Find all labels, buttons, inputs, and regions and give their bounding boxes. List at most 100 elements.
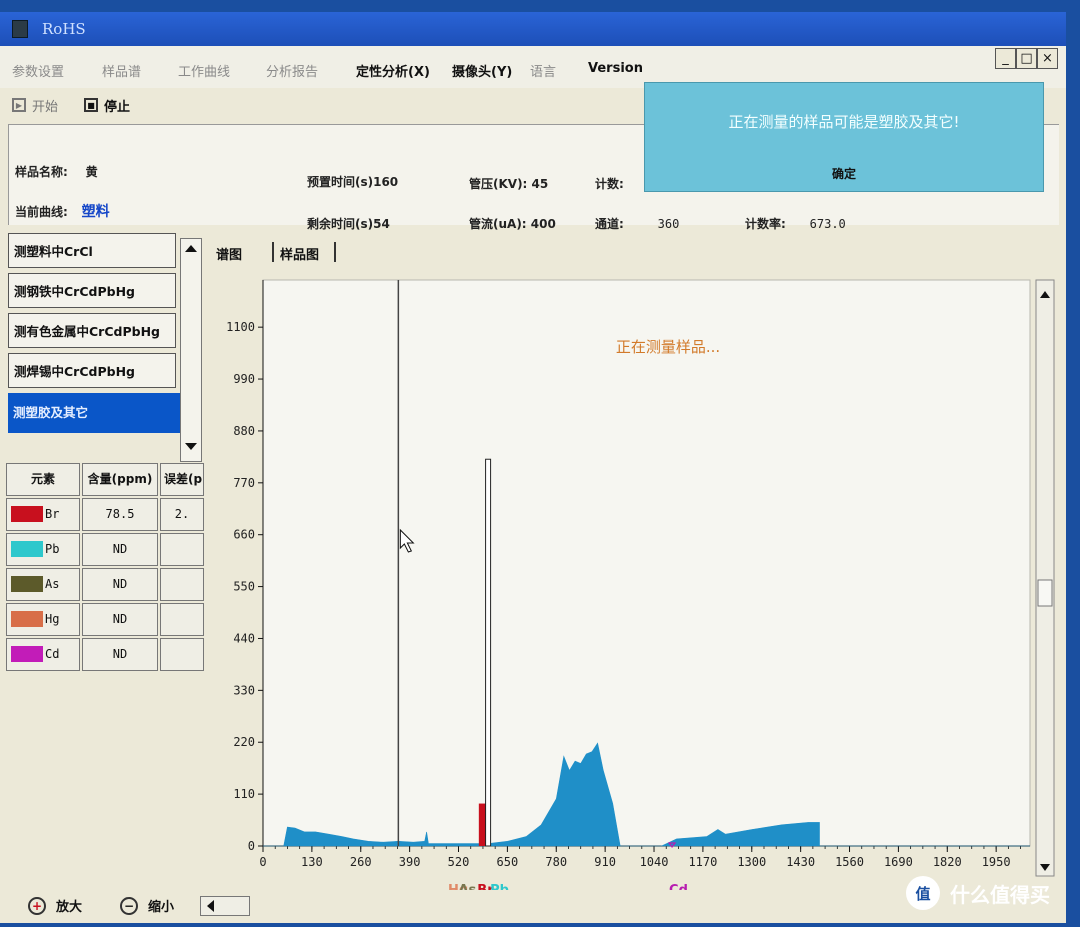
curve-item-solder[interactable]: 测焊锡中CrCdPbHg <box>8 353 176 388</box>
x-tick-label: 1300 <box>737 855 766 869</box>
zoom-in-icon: + <box>28 896 46 915</box>
x-tick-label: 780 <box>545 855 567 869</box>
table-cell-error <box>160 533 204 566</box>
tube-current: 管流(uA): 400 <box>469 217 556 231</box>
count-label: 计数: <box>595 177 624 191</box>
spectrum-chart-area: 0 110 220 330 440 550 660 770 880 990 1100 0 130 260 3… <box>208 262 1058 922</box>
start-label: 开始 <box>32 99 59 115</box>
table-cell-element: Cd <box>6 638 80 671</box>
preset-time: 预置时间(s)160 <box>307 175 399 189</box>
sample-name: 样品名称: 黄 <box>15 165 98 179</box>
x-tick-label: 130 <box>301 855 323 869</box>
close-button[interactable]: × <box>1037 48 1058 69</box>
tab-divider <box>272 242 274 262</box>
y-tick-label: 990 <box>233 372 255 386</box>
menu-item-qualitative[interactable]: 定性分析(X) <box>356 61 430 80</box>
remaining-time: 剩余时间(s)54 <box>307 217 390 231</box>
tab-spectrum[interactable]: 谱图 <box>216 244 242 263</box>
table-cell-error: 2. <box>160 498 204 531</box>
curve-item-nonferrous[interactable]: 测有色金属中CrCdPbHg <box>8 313 176 348</box>
main-peak-line <box>485 458 492 847</box>
x-tick-label: 1560 <box>835 855 864 869</box>
menu-item-camera[interactable]: 摄像头(Y) <box>452 61 512 80</box>
title-bar[interactable]: RoHS <box>0 12 1066 46</box>
x-tick-label: 1040 <box>640 855 669 869</box>
start-button[interactable]: ▶ 开始 <box>12 94 58 116</box>
watermark-text: 什么值得买 <box>950 882 1050 907</box>
tube-voltage: 管压(KV): 45 <box>469 177 549 191</box>
y-tick-label: 330 <box>233 683 255 697</box>
zoom-out-label: 缩小 <box>148 900 175 915</box>
y-tick-label: 1100 <box>226 320 255 334</box>
color-swatch <box>11 576 43 592</box>
menu-item-sample-spectrum[interactable]: 样品谱 <box>102 61 141 80</box>
x-tick-label: 1820 <box>933 855 962 869</box>
table-cell-error <box>160 603 204 636</box>
menu-item-version[interactable]: Version <box>588 61 643 76</box>
horizontal-scroll-left[interactable] <box>200 896 250 916</box>
table-cell-error <box>160 568 204 601</box>
menu-item-work-curve[interactable]: 工作曲线 <box>178 61 230 80</box>
list-scrollbar[interactable] <box>180 238 202 462</box>
count-rate: 计数率: 673.0 <box>745 217 846 231</box>
chart-scrollbar[interactable] <box>1035 279 1055 877</box>
window-title: RoHS <box>42 20 86 38</box>
zoom-out-icon: − <box>120 896 138 915</box>
table-cell-content: ND <box>82 533 158 566</box>
x-tick-label: 910 <box>594 855 616 869</box>
curve-value: 塑料 <box>81 204 110 220</box>
table-cell-content: ND <box>82 568 158 601</box>
curve-item-plastic-other[interactable]: 测塑胶及其它 <box>8 393 180 433</box>
table-cell-element: Br <box>6 498 80 531</box>
table-cell-content: ND <box>82 603 158 636</box>
table-cell-element: Hg <box>6 603 80 636</box>
stop-icon: ■ <box>84 98 98 112</box>
spectrum-chart[interactable]: 0 110 220 330 440 550 660 770 880 990 1100 0 130 260 3… <box>208 262 1058 898</box>
element-name: Br <box>45 507 60 521</box>
x-tick-label: 520 <box>448 855 470 869</box>
menu-item-report[interactable]: 分析报告 <box>266 61 318 80</box>
tab-sample-image[interactable]: 样品图 <box>280 244 319 263</box>
menu-item-language[interactable]: 语言 <box>530 61 556 80</box>
y-tick-label: 220 <box>233 735 255 749</box>
x-tick-label: 1430 <box>786 855 815 869</box>
minimize-button[interactable]: _ <box>995 48 1016 69</box>
y-tick-label: 440 <box>233 631 255 645</box>
x-tick-label: 390 <box>399 855 421 869</box>
scroll-left-arrow-icon[interactable] <box>207 900 214 912</box>
peak-marker-label: Pb <box>490 883 509 890</box>
zoom-out-button[interactable]: − 缩小 <box>120 896 174 915</box>
scroll-down-arrow-icon[interactable] <box>185 443 197 450</box>
menu-item-params[interactable]: 参数设置 <box>12 61 64 80</box>
left-panel: 测塑料中CrCl 测钢铁中CrCdPbHg 测有色金属中CrCdPbHg 测焊锡… <box>4 227 204 927</box>
table-header-element: 元素 <box>6 463 80 496</box>
stop-button[interactable]: ■ 停止 <box>84 94 130 116</box>
color-swatch <box>11 646 43 662</box>
scroll-thumb[interactable] <box>1037 579 1053 607</box>
plot-area <box>262 279 1031 847</box>
color-swatch <box>11 541 43 557</box>
curve-item-steel[interactable]: 测钢铁中CrCdPbHg <box>8 273 176 308</box>
peak-marker-label: Cd <box>669 883 688 890</box>
element-name: As <box>45 577 60 591</box>
scroll-up-arrow-icon[interactable] <box>185 245 197 252</box>
x-tick-label: 1690 <box>884 855 913 869</box>
element-name: Pb <box>45 542 60 556</box>
watermark-badge-icon: 值 <box>906 876 940 910</box>
y-tick-label: 0 <box>248 839 255 853</box>
play-icon: ▶ <box>12 98 26 112</box>
curve-item-plastic-crcl[interactable]: 测塑料中CrCl <box>8 233 176 268</box>
maximize-button[interactable]: □ <box>1016 48 1037 69</box>
ok-button[interactable]: 确定 <box>645 165 1043 182</box>
table-header-content: 含量(ppm) <box>82 463 158 496</box>
zoom-in-button[interactable]: + 放大 <box>28 896 82 915</box>
element-name: Hg <box>45 612 60 626</box>
channel: 通道: 360 <box>595 217 680 231</box>
x-tick-label: 260 <box>350 855 372 869</box>
y-tick-label: 770 <box>233 476 255 490</box>
table-cell-error <box>160 638 204 671</box>
app-icon <box>12 20 28 38</box>
x-tick-label: 1950 <box>982 855 1011 869</box>
x-tick-label: 1170 <box>688 855 717 869</box>
stop-label: 停止 <box>104 99 131 115</box>
